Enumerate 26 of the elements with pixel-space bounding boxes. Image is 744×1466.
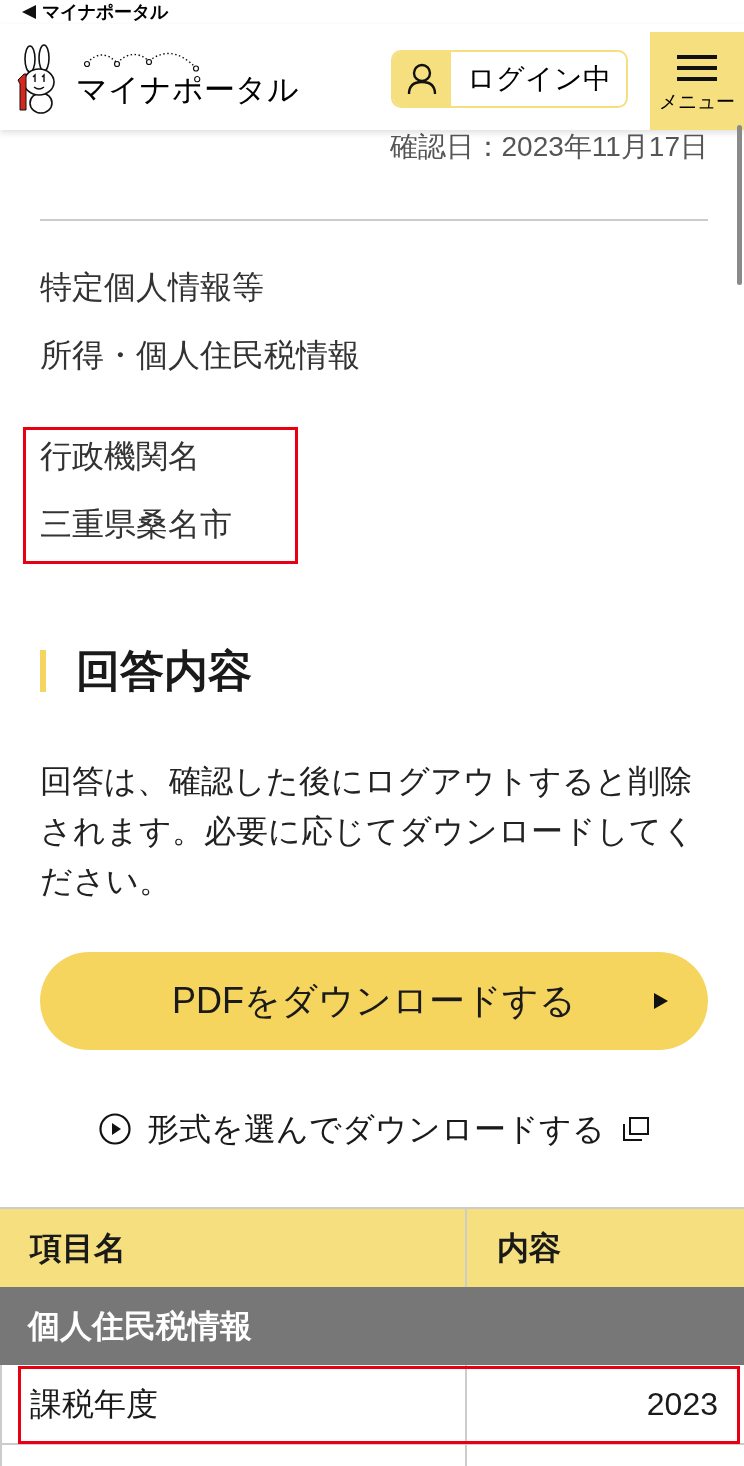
- info-label: 特定個人情報等: [40, 268, 265, 307]
- column-header: 内容: [496, 1229, 562, 1268]
- table-cell-text: 2023: [645, 1385, 719, 1424]
- play-circle-icon: [99, 1113, 131, 1145]
- download-note: 回答は、確認した後にログアウトすると削除されます。必要に応じてダウンロードしてください。: [40, 762, 696, 901]
- user-icon: [393, 52, 451, 106]
- confirmation-date: 確認日：2023年11月17日: [388, 130, 708, 164]
- back-triangle-icon: [22, 5, 36, 19]
- back-to-app-link[interactable]: マイナポータル: [22, 0, 168, 24]
- info-value: 所得・個人住民税情報: [40, 336, 360, 375]
- menu-button[interactable]: メニュー: [650, 32, 744, 130]
- format-download-link[interactable]: 形式を選んでダウンロードする: [99, 1109, 649, 1149]
- group-header-row: 個人住民税情報: [0, 1287, 744, 1365]
- play-triangle-icon: [654, 993, 668, 1009]
- section-heading: 回答内容: [76, 647, 252, 695]
- logo-text: マイナポータル: [76, 72, 299, 108]
- table-cell: 課税年度: [0, 1365, 467, 1443]
- external-window-icon: [623, 1117, 649, 1141]
- scrollbar-thumb[interactable]: [737, 125, 742, 285]
- heading-accent-bar: [40, 650, 46, 692]
- login-status-button[interactable]: ログイン中: [391, 50, 628, 108]
- info-value: 三重県桑名市: [40, 505, 233, 544]
- dotted-arcs-icon: [84, 50, 200, 72]
- info-label: 行政機関名: [40, 437, 201, 476]
- menu-icon: [677, 55, 717, 81]
- pdf-download-button[interactable]: PDFをダウンロードする: [40, 952, 708, 1050]
